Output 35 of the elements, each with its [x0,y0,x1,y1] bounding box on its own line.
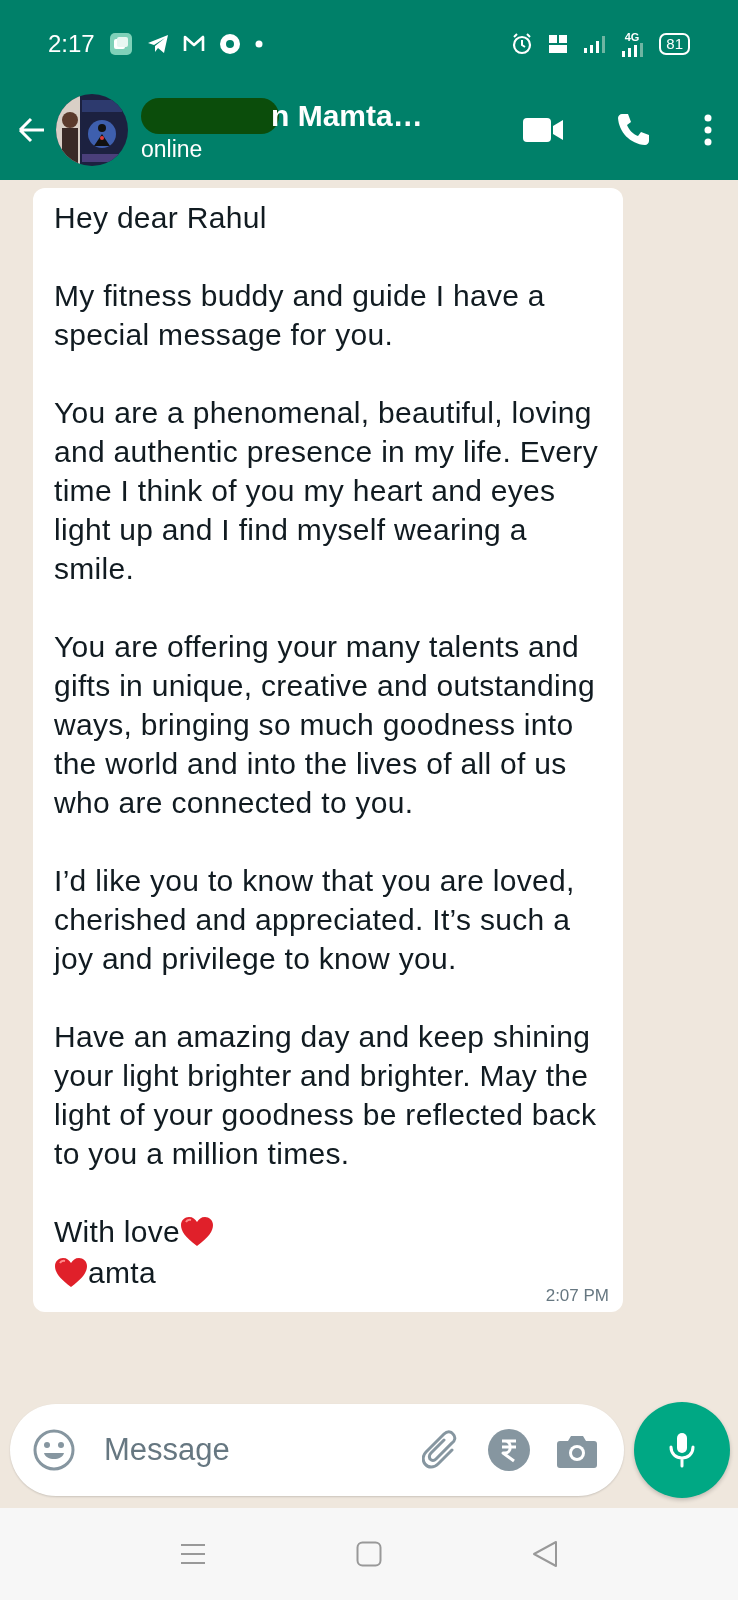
message-text: With love [54,1214,181,1250]
menu-icon[interactable] [180,1543,206,1565]
dot-icon [254,40,263,48]
microphone-button[interactable] [634,1402,730,1498]
signal-icon [621,42,646,57]
back-arrow-icon[interactable] [16,115,46,145]
alarm-icon [511,33,534,55]
rupee-icon[interactable] [488,1429,530,1471]
contact-name[interactable]: n Mamta… [271,98,423,133]
message-text: You are offering your many talents and gifts in unique, creative and outstanding ways, bringing so much goodness into the world and into the lives of all of us who are connected to you. [54,629,596,821]
message-text: I’d like you to know that you are loved, cherished and appreciated. It’s such a joy and privilege to know you. [54,863,576,977]
video-call-icon[interactable] [522,116,564,144]
circle-icon [218,33,241,55]
app-icon [108,32,133,56]
microphone-icon [668,1432,696,1468]
emoji-icon[interactable] [32,1428,76,1472]
contact-status: online [141,135,204,163]
signal-icon [583,34,608,54]
message-text: You are a phenomenal, beautiful, loving and authentic presence in my life. Every time I think of you my heart and eyes light up and I find myself wearing a smile. [54,395,599,587]
home-icon[interactable] [356,1541,382,1567]
back-icon[interactable] [532,1540,558,1568]
message-text: Have an amazing day and keep shining your light brighter and brighter. May the light of your goodness be reflected back to you a million times. [54,1019,598,1172]
phone-icon[interactable] [616,112,652,148]
battery-level: 81 [666,35,683,53]
message-text: amta [88,1255,156,1291]
network-type: 4G [624,31,640,43]
message-time: 2:07 PM [545,1286,609,1306]
heart-icon [180,1216,215,1247]
message-text: Hey dear Rahul [54,200,268,236]
clock-time: 2:17 [48,30,95,58]
send-icon [146,33,169,55]
message-field[interactable]: Message [102,1431,396,1469]
more-options-icon[interactable] [704,114,712,146]
message-text: My fitness buddy and guide I have a special message for you. [54,278,546,353]
heart-icon [54,1257,88,1288]
